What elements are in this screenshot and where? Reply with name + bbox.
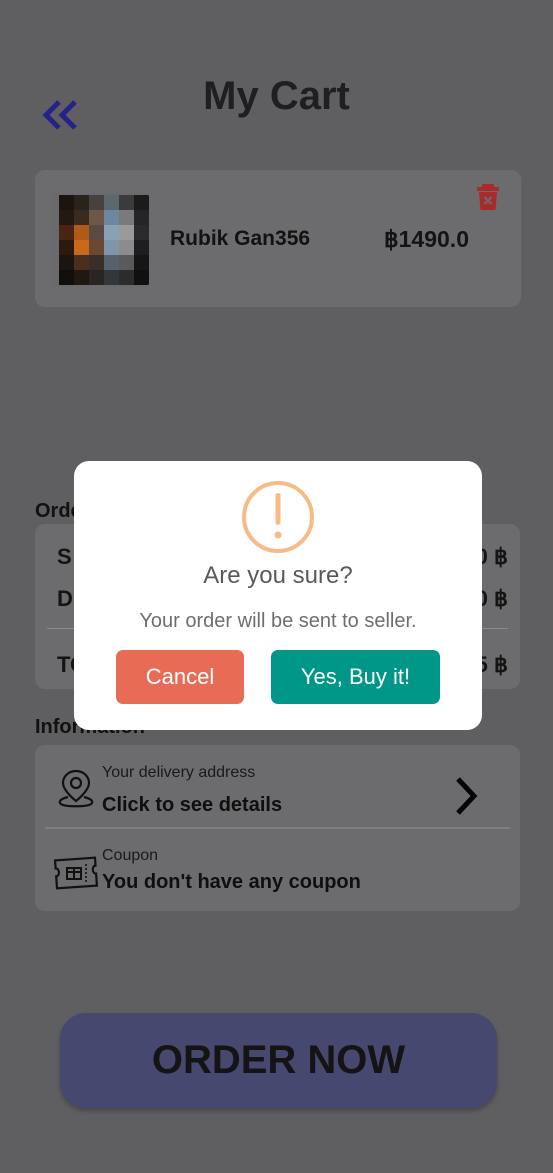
summary-row-label: S — [57, 544, 72, 569]
coupon-ticket-icon — [53, 856, 99, 890]
confirm-dialog: Are you sure? Your order will be sent to… — [74, 461, 482, 730]
product-thumbnail — [51, 193, 149, 287]
dialog-title: Are you sure? — [203, 562, 353, 589]
coupon-label: Coupon — [102, 847, 159, 864]
confirm-buy-button[interactable]: Yes, Buy it! — [271, 650, 440, 704]
delivery-address-label: Your delivery address — [102, 764, 256, 781]
information-divider — [45, 827, 510, 829]
page-title: My Cart — [203, 74, 350, 118]
cancel-button[interactable]: Cancel — [116, 650, 244, 704]
chevron-right-icon[interactable] — [452, 775, 480, 817]
coupon-status[interactable]: You don't have any coupon — [102, 871, 361, 894]
trash-icon[interactable] — [476, 183, 500, 211]
cart-item-name: Rubik Gan356 — [170, 227, 311, 250]
order-now-button[interactable]: ORDER NOW — [60, 1013, 497, 1108]
summary-row-label: D — [57, 586, 73, 611]
exclamation-circle-icon — [242, 481, 314, 553]
delivery-address-link[interactable]: Click to see details — [102, 794, 282, 817]
dialog-message: Your order will be sent to seller. — [139, 610, 417, 632]
location-pin-icon — [58, 769, 94, 808]
cart-screen: My Cart Rubik Gan356 ฿1490.0 Orde S 0 ฿ … — [0, 0, 553, 1173]
cart-item-price: ฿1490.0 — [384, 226, 469, 252]
